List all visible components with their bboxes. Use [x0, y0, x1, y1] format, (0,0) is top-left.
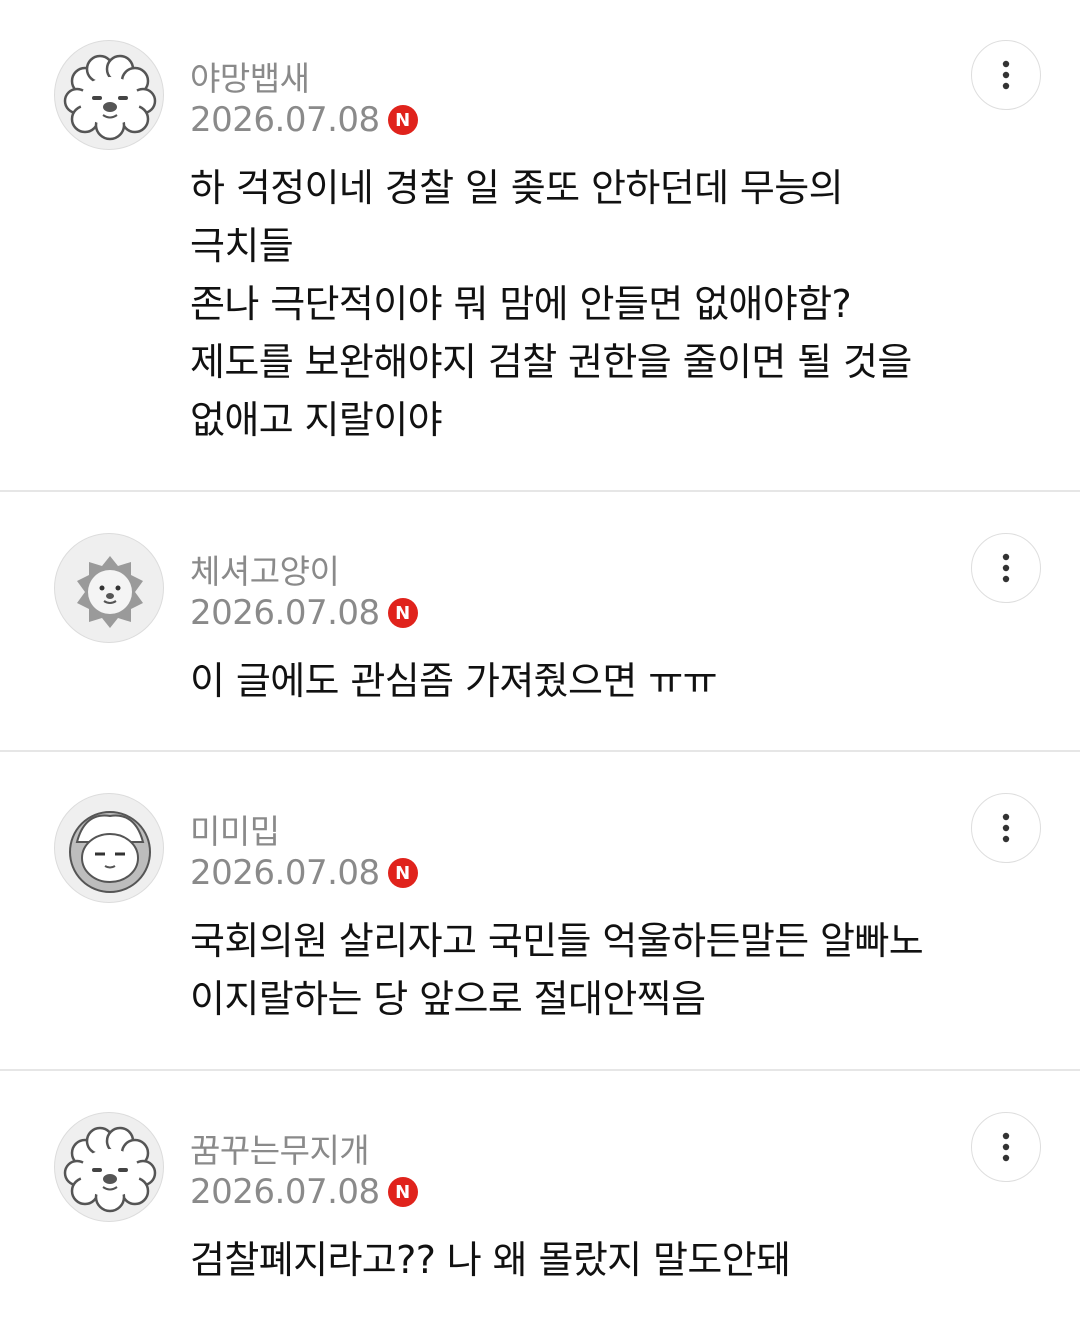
lion-icon	[77, 556, 143, 628]
comment-item: 야망뱁새 2026.07.08 N 하 걱정이네 경찰 일 좆또 안하던데 무능…	[0, 0, 1080, 492]
comment-item: 체셔고양이 2026.07.08 N 이 글에도 관심좀 가져줬으면 ㅠㅠ	[0, 493, 1080, 752]
comment-body: 이 글에도 관심좀 가져줬으면 ㅠㅠ	[190, 652, 1010, 710]
comment-line: 이 글에도 관심좀 가져줬으면 ㅠㅠ	[190, 659, 718, 703]
meta-row: 2026.07.08 N	[190, 593, 418, 633]
more-options-button[interactable]	[971, 793, 1041, 863]
comment-line: 제도를 보완해야지 검찰 권한을 줄이면 될 것을	[190, 340, 912, 384]
avatar[interactable]	[54, 1112, 164, 1222]
comment-line: 검찰폐지라고?? 나 왜 몰랐지 말도안돼	[190, 1238, 791, 1282]
poodle-dog-icon	[63, 1126, 157, 1213]
comment-line: 존나 극단적이야 뭐 맘에 안들면 없애야함?	[190, 282, 852, 326]
new-badge: N	[387, 1177, 418, 1207]
comment-line: 없애고 지랄이야	[190, 398, 443, 442]
avatar[interactable]	[54, 533, 164, 643]
new-badge: N	[387, 105, 418, 135]
poodle-dog-icon	[63, 54, 157, 141]
username[interactable]: 꿈꾸는무지개	[190, 1124, 370, 1172]
more-options-button[interactable]	[971, 533, 1041, 603]
comment-line: 극치들	[190, 224, 294, 268]
hooded-character-icon	[69, 811, 151, 893]
new-badge: N	[387, 598, 418, 628]
new-badge: N	[387, 858, 418, 888]
username[interactable]: 야망뱁새	[190, 52, 310, 100]
username[interactable]: 체셔고양이	[190, 545, 340, 593]
comment-body: 국회의원 살리자고 국민들 억울하든말든 알빠노 이지랄하는 당 앞으로 절대안…	[190, 912, 1010, 1028]
more-options-button[interactable]	[971, 1112, 1041, 1182]
comment-body: 하 걱정이네 경찰 일 좆또 안하던데 무능의 극치들 존나 극단적이야 뭐 맘…	[190, 159, 1010, 449]
avatar[interactable]	[54, 40, 164, 150]
meta-row: 2026.07.08 N	[190, 853, 418, 893]
vertical-ellipsis-icon	[1002, 1132, 1010, 1162]
avatar[interactable]	[54, 793, 164, 903]
meta-row: 2026.07.08 N	[190, 100, 418, 140]
meta-row: 2026.07.08 N	[190, 1172, 418, 1212]
comment-body: 검찰폐지라고?? 나 왜 몰랐지 말도안돼	[190, 1231, 1010, 1289]
comment-date: 2026.07.08	[190, 593, 380, 633]
vertical-ellipsis-icon	[1002, 813, 1010, 843]
comment-date: 2026.07.08	[190, 853, 380, 893]
comment-line: 국회의원 살리자고 국민들 억울하든말든 알빠노	[190, 919, 924, 963]
comment-date: 2026.07.08	[190, 100, 380, 140]
comment-list: 야망뱁새 2026.07.08 N 하 걱정이네 경찰 일 좆또 안하던데 무능…	[0, 0, 1080, 1320]
comment-item: 꿈꾸는무지개 2026.07.08 N 검찰폐지라고?? 나 왜 몰랐지 말도안…	[0, 1072, 1080, 1320]
comment-item: 미미밉 2026.07.08 N 국회의원 살리자고 국민들 억울하든말든 알빠…	[0, 753, 1080, 1071]
vertical-ellipsis-icon	[1002, 60, 1010, 90]
more-options-button[interactable]	[971, 40, 1041, 110]
comment-line: 하 걱정이네 경찰 일 좆또 안하던데 무능의	[190, 166, 844, 210]
username[interactable]: 미미밉	[190, 805, 280, 853]
comment-date: 2026.07.08	[190, 1172, 380, 1212]
comment-line: 이지랄하는 당 앞으로 절대안찍음	[190, 977, 706, 1021]
vertical-ellipsis-icon	[1002, 553, 1010, 583]
